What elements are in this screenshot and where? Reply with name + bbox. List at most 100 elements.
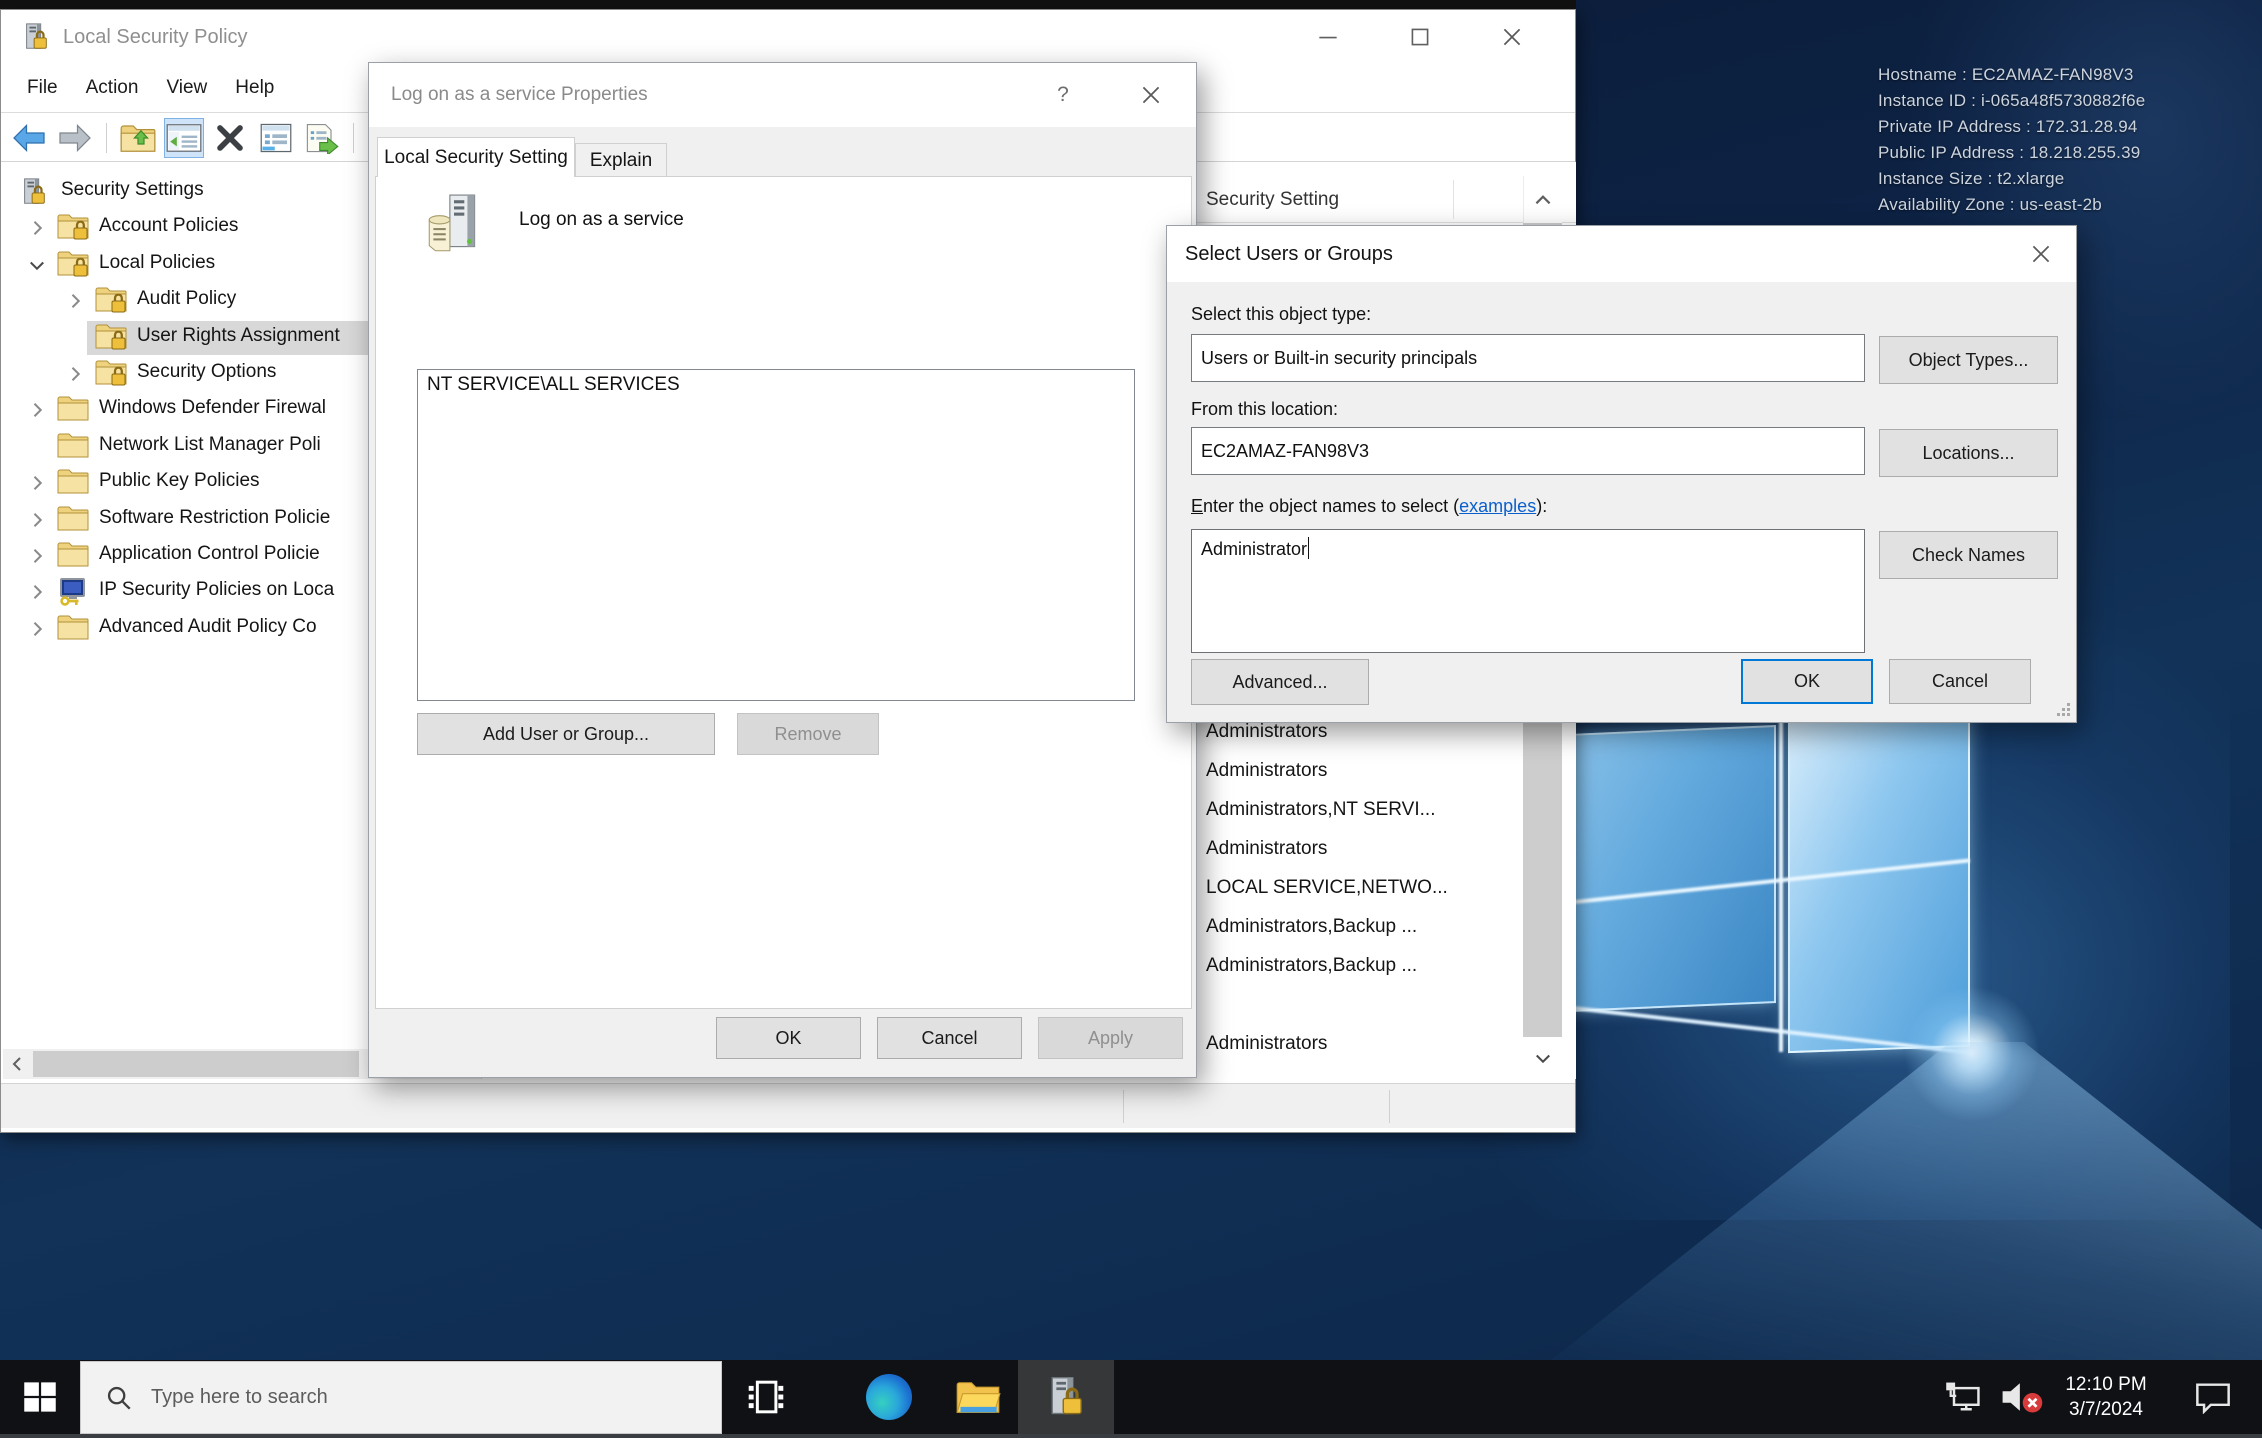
- forward-button[interactable]: [55, 118, 95, 158]
- dialog-title: Log on as a service Properties: [391, 63, 648, 127]
- close-button[interactable]: [1479, 10, 1545, 64]
- chevron-right-icon[interactable]: [27, 546, 47, 566]
- action-center-button[interactable]: [2180, 1360, 2246, 1434]
- chevron-right-icon[interactable]: [27, 510, 47, 530]
- folder-lock-icon: [57, 250, 89, 280]
- result-row[interactable]: Administrators,Backup ...: [1206, 955, 1506, 987]
- object-type-field[interactable]: Users or Built-in security principals: [1191, 334, 1865, 382]
- dialog-close-button[interactable]: [2019, 236, 2063, 272]
- result-row[interactable]: Administrators,Backup ...: [1206, 916, 1506, 948]
- log-on-as-a-service-properties-dialog: Log on as a service Properties ? Local S…: [368, 62, 1197, 1078]
- dialog-titlebar[interactable]: Select Users or Groups: [1167, 226, 2076, 282]
- folder-icon: [57, 614, 89, 644]
- tab-local-security-setting[interactable]: Local Security Setting: [377, 137, 575, 177]
- ok-button[interactable]: OK: [716, 1017, 861, 1059]
- chevron-right-icon[interactable]: [27, 218, 47, 238]
- search-icon: [105, 1384, 133, 1412]
- folder-lock-icon: [57, 213, 89, 243]
- result-row[interactable]: LOCAL SERVICE,NETWO...: [1206, 877, 1506, 909]
- edge-button[interactable]: [849, 1360, 929, 1434]
- menu-action[interactable]: Action: [72, 64, 153, 112]
- back-icon: [11, 123, 47, 153]
- window-title: Local Security Policy: [63, 10, 248, 64]
- advanced-button[interactable]: Advanced...: [1191, 659, 1369, 705]
- status-bar-separator: [1389, 1090, 1390, 1123]
- network-tray-button[interactable]: [1938, 1360, 1990, 1434]
- scroll-left-arrow-icon[interactable]: [3, 1049, 31, 1079]
- clock-time: 12:10 PM: [2065, 1372, 2146, 1397]
- location-field[interactable]: EC2AMAZ-FAN98V3: [1191, 427, 1865, 475]
- members-listbox[interactable]: NT SERVICE\ALL SERVICES: [417, 369, 1135, 701]
- result-row[interactable]: Administrators,NT SERVI...: [1206, 799, 1506, 831]
- maximize-button[interactable]: [1387, 10, 1453, 64]
- menu-file[interactable]: File: [13, 64, 72, 112]
- window-top-strip: [0, 0, 1576, 9]
- chevron-right-icon[interactable]: [27, 619, 47, 639]
- minimize-icon: [1315, 24, 1341, 50]
- tab-explain[interactable]: Explain: [575, 143, 667, 177]
- result-row[interactable]: Administrators: [1206, 721, 1506, 753]
- export-list-button[interactable]: [302, 118, 342, 158]
- menu-help[interactable]: Help: [221, 64, 288, 112]
- folder-lock-icon: [95, 359, 127, 389]
- object-names-input[interactable]: Administrator: [1191, 529, 1865, 653]
- menu-view[interactable]: View: [152, 64, 221, 112]
- chevron-right-icon[interactable]: [27, 473, 47, 493]
- toolbar-separator: [106, 123, 107, 153]
- column-header-security-setting[interactable]: Security Setting: [1206, 176, 1339, 223]
- network-icon: [1944, 1380, 1984, 1414]
- help-button[interactable]: ?: [1045, 77, 1081, 113]
- server-lock-icon: [19, 177, 51, 207]
- dialog-titlebar[interactable]: Log on as a service Properties ?: [369, 63, 1196, 127]
- volume-tray-button[interactable]: [1992, 1360, 2050, 1434]
- scrollbar-thumb[interactable]: [33, 1051, 359, 1077]
- taskbar-search[interactable]: [80, 1361, 722, 1434]
- tree-item-label: Audit Policy: [137, 288, 236, 310]
- chevron-right-icon[interactable]: [65, 291, 85, 311]
- local-security-policy-taskbar-button[interactable]: [1018, 1360, 1114, 1434]
- member-item[interactable]: NT SERVICE\ALL SERVICES: [418, 370, 1134, 400]
- policy-server-scroll-icon: [421, 193, 487, 259]
- folder-lock-icon: [95, 323, 127, 353]
- locations-button[interactable]: Locations...: [1879, 429, 2058, 477]
- window-titlebar[interactable]: Local Security Policy: [1, 10, 1575, 64]
- close-icon: [1138, 82, 1164, 108]
- result-row[interactable]: Administrators: [1206, 760, 1506, 792]
- scroll-down-arrow-icon[interactable]: [1523, 1037, 1562, 1079]
- close-icon: [2028, 241, 2054, 267]
- chevron-down-icon[interactable]: [27, 255, 47, 275]
- cancel-button[interactable]: Cancel: [1889, 659, 2031, 704]
- start-button[interactable]: [0, 1360, 80, 1434]
- column-divider[interactable]: [1453, 180, 1454, 219]
- examples-link[interactable]: examples: [1459, 496, 1536, 516]
- properties-button[interactable]: [256, 118, 296, 158]
- start-icon: [22, 1379, 58, 1415]
- resize-grip[interactable]: [2057, 703, 2071, 717]
- volume-muted-icon: [1998, 1378, 2044, 1416]
- back-button[interactable]: [9, 118, 49, 158]
- object-types-button[interactable]: Object Types...: [1879, 336, 2058, 384]
- up-folder-button[interactable]: [118, 118, 158, 158]
- search-input[interactable]: [151, 1386, 631, 1409]
- scroll-up-arrow-icon[interactable]: [1523, 176, 1562, 223]
- chevron-right-icon[interactable]: [27, 400, 47, 420]
- ec2-info-line: Availability Zone : us-east-2b: [1878, 192, 2145, 218]
- ok-button[interactable]: OK: [1741, 659, 1873, 704]
- console-tree-button[interactable]: [164, 118, 204, 158]
- taskbar-clock[interactable]: 12:10 PM 3/7/2024: [2050, 1360, 2162, 1434]
- chevron-right-icon[interactable]: [27, 582, 47, 602]
- minimize-button[interactable]: [1295, 10, 1361, 64]
- ec2-instance-info: Hostname : EC2AMAZ-FAN98V3Instance ID : …: [1878, 62, 2145, 218]
- chevron-right-icon[interactable]: [65, 364, 85, 384]
- task-view-button[interactable]: [726, 1360, 806, 1434]
- dialog-close-button[interactable]: [1129, 77, 1173, 113]
- result-row[interactable]: Administrators: [1206, 838, 1506, 870]
- cancel-button[interactable]: Cancel: [877, 1017, 1022, 1059]
- result-row[interactable]: Administrators: [1206, 1033, 1506, 1065]
- secpol-app-icon: [21, 22, 51, 52]
- check-names-button[interactable]: Check Names: [1879, 531, 2058, 579]
- add-user-or-group-button[interactable]: Add User or Group...: [417, 713, 715, 755]
- file-explorer-button[interactable]: [938, 1360, 1018, 1434]
- ec2-info-line: Private IP Address : 172.31.28.94: [1878, 114, 2145, 140]
- delete-button[interactable]: [210, 118, 250, 158]
